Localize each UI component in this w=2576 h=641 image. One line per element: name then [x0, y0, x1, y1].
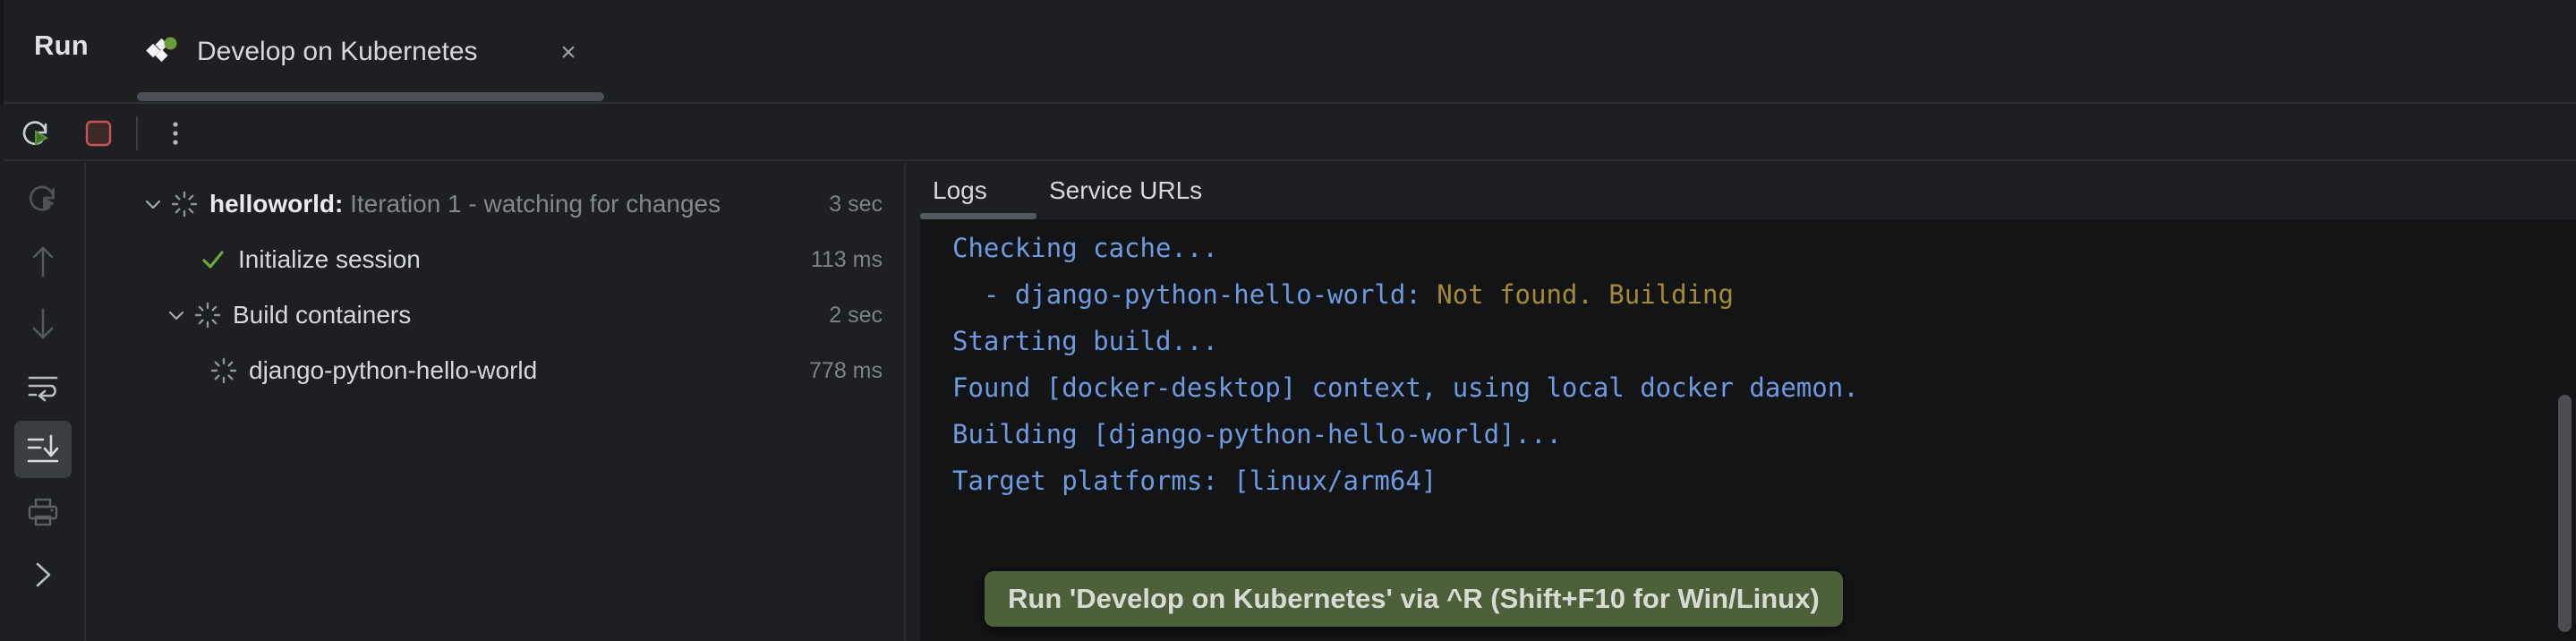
console-panel: Logs Service URLs Checking cache... - dj…	[908, 163, 2576, 641]
tab-active-underline	[137, 92, 604, 101]
tree-row-duration: 3 sec	[829, 192, 883, 218]
tree-row-label-bold: helloworld:	[209, 190, 343, 218]
spinner-icon	[208, 355, 240, 387]
console-scrollbar[interactable]	[2556, 219, 2576, 641]
cloud-code-kubernetes-icon	[145, 34, 181, 70]
header-left-rule	[0, 0, 4, 104]
log-line: Target platforms: [linux/arm64]	[952, 468, 1437, 494]
tree-row-duration: 113 ms	[811, 247, 883, 273]
tab-label: Develop on Kubernetes	[197, 37, 478, 67]
down-button[interactable]	[14, 295, 72, 353]
scroll-to-end-button[interactable]	[14, 421, 72, 478]
console-scrollbar-thumb[interactable]	[2558, 395, 2572, 632]
page-title: Run	[34, 30, 89, 62]
run-toolbar	[4, 106, 2576, 161]
run-tool-window-header: Run Develop on Kubernetes ×	[0, 0, 2576, 104]
tree-row-label-sub: Iteration 1 - watching for changes	[343, 190, 721, 218]
chevron-down-icon[interactable]	[161, 300, 192, 330]
stop-button[interactable]	[79, 114, 118, 153]
log-line-warning: Not found. Building	[1437, 279, 1734, 310]
log-line: Starting build...	[952, 329, 1218, 355]
table-row[interactable]: Build containers 2 sec	[88, 288, 906, 342]
build-steps-tree: helloworld: Iteration 1 - watching for c…	[88, 163, 906, 641]
log-line: Found [docker-desktop] context, using lo…	[952, 375, 1859, 401]
table-row[interactable]: Initialize session 113 ms	[88, 233, 906, 286]
chevron-down-icon[interactable]	[138, 189, 168, 219]
tab-develop-on-kubernetes[interactable]: Develop on Kubernetes	[141, 11, 482, 93]
table-row[interactable]: django-python-hello-world 778 ms	[88, 344, 906, 397]
tab-logs[interactable]: Logs	[933, 163, 987, 218]
tab-close-icon[interactable]: ×	[553, 38, 584, 68]
console-action-rail	[4, 163, 86, 641]
success-check-icon	[197, 244, 229, 276]
console-tab-active-underline	[920, 213, 1036, 219]
log-line-text: - django-python-hello-world:	[952, 279, 1437, 310]
console-tabstrip: Logs Service URLs	[908, 163, 2576, 218]
toolbar-separator	[136, 116, 138, 150]
tree-row-label: helloworld: Iteration 1 - watching for c…	[209, 190, 721, 218]
tree-row-label: Build containers	[233, 301, 411, 329]
soft-wrap-button[interactable]	[14, 358, 72, 415]
log-line: Checking cache...	[952, 235, 1218, 261]
printer-icon[interactable]	[14, 483, 72, 541]
chevron-right-icon[interactable]	[14, 546, 72, 603]
up-button[interactable]	[14, 233, 72, 290]
rerun-button[interactable]	[16, 114, 55, 153]
more-options-button[interactable]	[156, 114, 195, 153]
tree-row-label: Initialize session	[238, 245, 421, 274]
tab-service-urls[interactable]: Service URLs	[1049, 163, 1202, 218]
log-line: - django-python-hello-world: Not found. …	[952, 282, 1734, 308]
tooltip: Run 'Develop on Kubernetes' via ^R (Shif…	[985, 571, 1843, 627]
table-row[interactable]: helloworld: Iteration 1 - watching for c…	[88, 177, 906, 231]
rerun-rail-button[interactable]	[14, 170, 72, 227]
tree-row-duration: 2 sec	[829, 303, 883, 329]
run-tool-window: Run Develop on Kubernetes ×	[0, 0, 2576, 641]
log-line: Building [django-python-hello-world]...	[952, 422, 1562, 448]
tree-row-label: django-python-hello-world	[249, 356, 537, 385]
tree-row-duration: 778 ms	[809, 358, 883, 384]
spinner-icon	[192, 299, 224, 331]
spinner-icon	[168, 188, 200, 220]
